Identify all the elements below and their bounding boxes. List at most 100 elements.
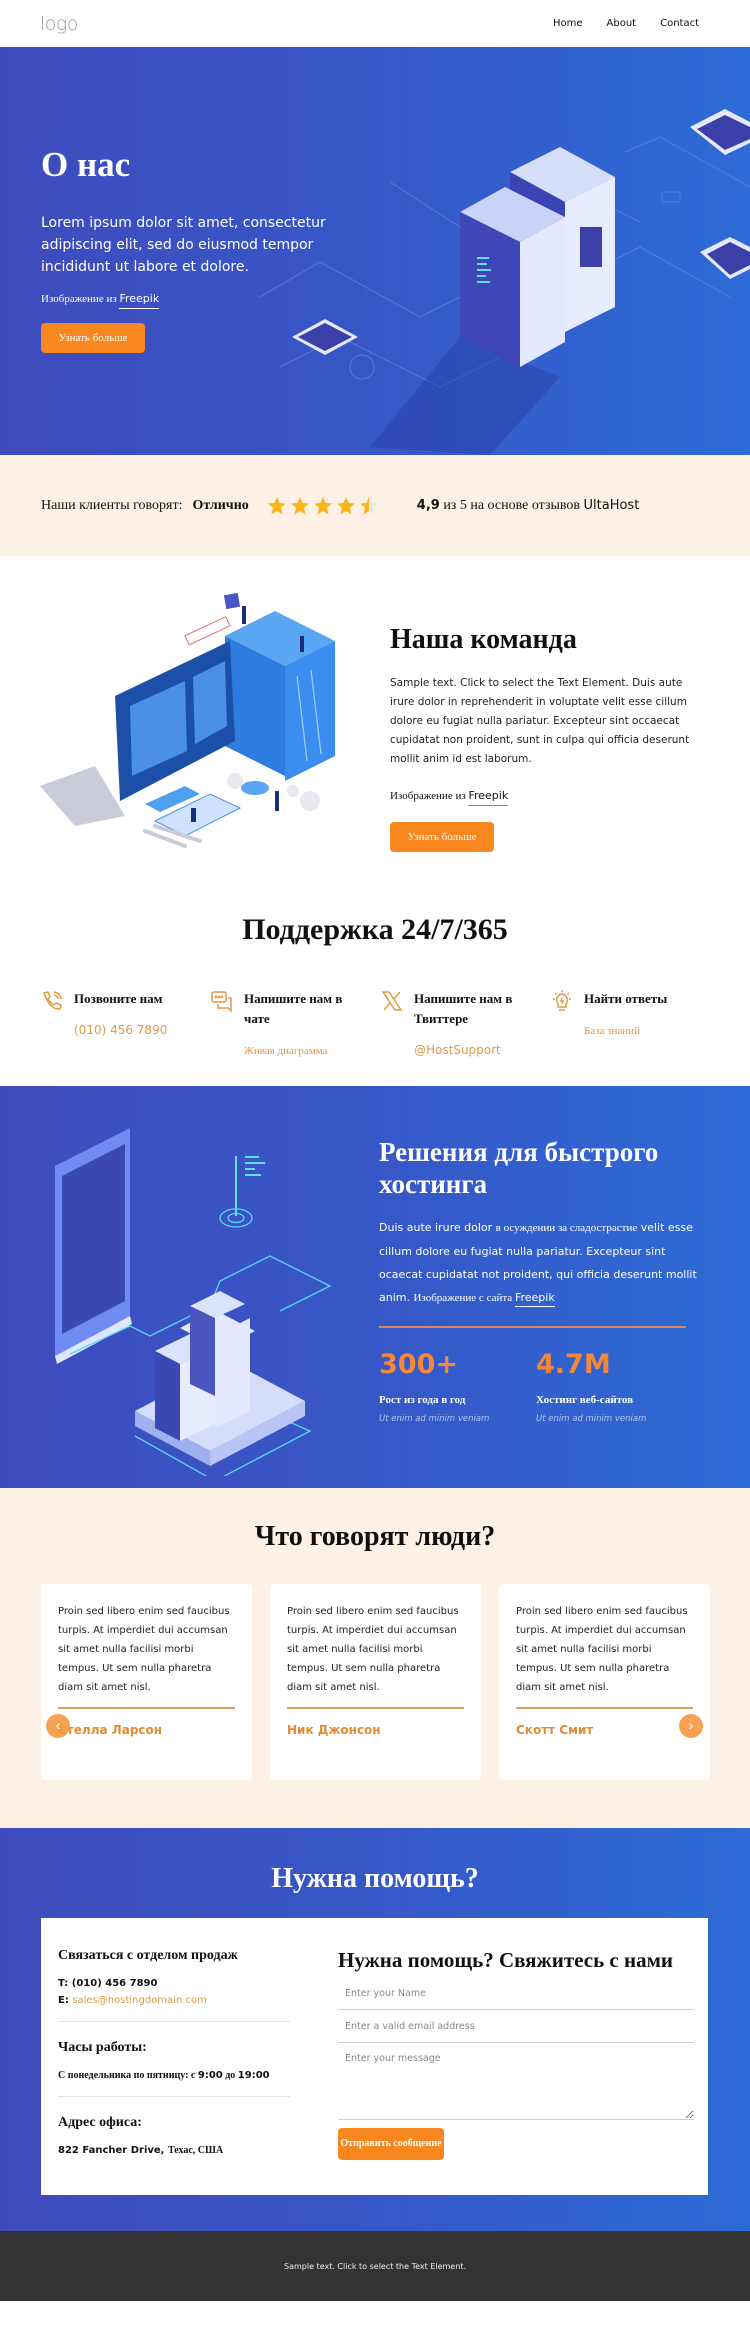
stat-growth: 300+ Рост из года в год Ut enim ad minim… <box>379 1349 536 1425</box>
divider <box>516 1707 693 1709</box>
hero-body: Lorem ipsum dolor sit amet, consectetur … <box>41 215 326 275</box>
support-phone-link[interactable]: (010) 456 7890 <box>74 1023 167 1037</box>
divider <box>287 1707 464 1709</box>
support-item-answers: Найти ответы База знаний <box>550 989 720 1059</box>
support-title: Поддержка 24/7/365 <box>242 913 508 946</box>
stat-value: 300+ <box>379 1349 458 1380</box>
chevron-left-icon: ‹ <box>55 1717 61 1733</box>
carousel-next-button[interactable]: › <box>679 1714 703 1738</box>
hours-text: до <box>222 2070 238 2081</box>
phone-label: T: <box>58 1978 72 1989</box>
solutions-text: Решения для быстрого хостинга Duis aute … <box>379 1136 699 1424</box>
testimonial-carousel: Proin sed libero enim sed faucibus turpi… <box>41 1584 710 1780</box>
support-chat-link[interactable]: Живая диаграмма <box>244 1045 327 1057</box>
freepik-link[interactable]: Freepik <box>119 292 160 309</box>
support-knowledge-link[interactable]: База знаний <box>584 1025 640 1037</box>
team-credit: Изображение из Freepik <box>390 789 700 806</box>
email-link[interactable]: sales@hostingdomain.com <box>72 1995 207 2006</box>
support-section: Поддержка 24/7/365 Позвоните нам (010) 4… <box>0 891 750 1086</box>
support-item-chat: Напишите нам в чате Живая диаграмма <box>210 989 380 1059</box>
divider <box>58 1707 235 1709</box>
solutions-body: Duis aute irure dolor в осуждении за сла… <box>379 1216 699 1310</box>
testimonial-text: Proin sed libero enim sed faucibus turpi… <box>516 1606 688 1693</box>
phone-line: T: (010) 456 7890 <box>58 1978 290 1989</box>
rating-label: Наши клиенты говорят: <box>41 497 183 513</box>
stat-caption: Рост из года в год <box>379 1394 466 1406</box>
credit-prefix: Изображение из <box>390 790 466 802</box>
nav-home[interactable]: Home <box>553 18 583 29</box>
hours-text: С понедельника по пятницу: с <box>58 2070 198 2081</box>
message-textarea[interactable] <box>338 2043 694 2120</box>
chat-icon <box>211 991 232 1013</box>
hero-title: О нас <box>41 145 131 184</box>
office-title: Адрес офиса: <box>58 2115 142 2130</box>
testimonial-card: Proin sed libero enim sed faucibus turpi… <box>270 1584 481 1780</box>
testimonial-author: Стелла Ларсон <box>58 1723 163 1737</box>
hours-title: Часы работы: <box>58 2040 147 2055</box>
site-footer: Sample text. Click to select the Text El… <box>0 2231 750 2301</box>
star-icon <box>336 496 355 514</box>
divider <box>379 1326 686 1328</box>
star-rating <box>267 496 379 516</box>
site-header: logo Home About Contact <box>0 0 750 47</box>
email-label: E: <box>58 1995 73 2006</box>
testimonial-text: Proin sed libero enim sed faucibus turpi… <box>287 1606 459 1693</box>
office-address: 822 Fancher Drive, Техас, США <box>58 2145 290 2156</box>
stat-caption: Хостинг веб-сайтов <box>536 1394 634 1406</box>
contact-form: Нужна помощь? Свяжитесь с нами Отправить… <box>338 1948 694 2160</box>
contact-title: Нужна помощь? <box>271 1863 479 1894</box>
address-street: 822 Fancher Drive, <box>58 2145 168 2156</box>
rating-verdict: Отлично <box>192 497 249 513</box>
hours-to: 19:00 <box>237 2070 270 2081</box>
divider <box>58 2096 290 2097</box>
hours-from: 9:00 <box>197 2070 223 2081</box>
main-nav: Home About Contact <box>553 18 699 29</box>
team-section: Наша команда Sample text. Click to selec… <box>0 556 750 891</box>
testimonial-author: Ник Джонсон <box>287 1723 381 1737</box>
rating-strip: Наши клиенты говорят: Отлично 4,9 из 5 н… <box>0 455 750 556</box>
nav-about[interactable]: About <box>607 18 637 29</box>
stat-websites: 4.7M Хостинг веб-сайтов Ut enim ad minim… <box>536 1349 693 1425</box>
star-icon <box>359 496 378 514</box>
logo[interactable]: logo <box>40 13 78 35</box>
phone-icon <box>43 991 62 1010</box>
testimonials-title: Что говорят люди? <box>254 1521 496 1552</box>
carousel-prev-button[interactable]: ‹ <box>46 1714 70 1738</box>
body-part: Duis aute irure dolor <box>379 1221 496 1234</box>
team-learn-more-button[interactable]: Узнать больше <box>390 822 494 852</box>
contact-section: Нужна помощь? Связаться с отделом продаж… <box>0 1828 750 2231</box>
support-items: Позвоните нам (010) 456 7890 Напишите на… <box>40 989 720 1059</box>
send-message-button[interactable]: Отправить сообщение <box>338 2128 444 2160</box>
email-line: E: sales@hostingdomain.com <box>58 1995 290 2006</box>
support-item-title: Найти ответы <box>584 991 668 1006</box>
lightbulb-icon <box>553 990 571 1011</box>
testimonial-card: Proin sed libero enim sed faucibus turpi… <box>499 1584 710 1780</box>
divider <box>58 2021 290 2022</box>
star-icon <box>267 496 286 514</box>
testimonials-section: Что говорят люди? Proin sed libero enim … <box>0 1488 750 1828</box>
team-illustration <box>40 592 335 848</box>
credit-prefix: Изображение из <box>41 293 117 305</box>
support-item-twitter: Напишите нам в Твиттере @HostSupport <box>380 989 550 1059</box>
hours-value: С понедельника по пятницу: с 9:00 до 19:… <box>58 2070 290 2081</box>
stat-value: 4.7M <box>536 1349 611 1380</box>
star-icon <box>290 496 309 514</box>
name-input[interactable] <box>338 1977 694 2010</box>
hosting-illustration <box>55 1128 332 1476</box>
chevron-right-icon: › <box>688 1717 694 1733</box>
support-twitter-link[interactable]: @HostSupport <box>414 1043 501 1057</box>
hero-learn-more-button[interactable]: Узнать больше <box>41 323 145 353</box>
freepik-link[interactable]: Freepik <box>468 789 509 806</box>
star-icon <box>313 496 332 514</box>
stat-sub: Ut enim ad minim veniam <box>379 1414 490 1424</box>
team-body: Sample text. Click to select the Text El… <box>390 677 690 765</box>
x-twitter-icon <box>381 991 403 1011</box>
footer-text: Sample text. Click to select the Text El… <box>284 2261 466 2271</box>
hero-section: О нас Lorem ipsum dolor sit amet, consec… <box>0 47 750 455</box>
email-input[interactable] <box>338 2010 694 2043</box>
team-text: Наша команда Sample text. Click to selec… <box>390 624 700 852</box>
freepik-link[interactable]: Freepik <box>514 1291 555 1307</box>
rating-brand: UltaHost <box>583 497 640 513</box>
sales-title: Связаться с отделом продаж <box>58 1948 238 1963</box>
nav-contact[interactable]: Contact <box>660 18 699 29</box>
